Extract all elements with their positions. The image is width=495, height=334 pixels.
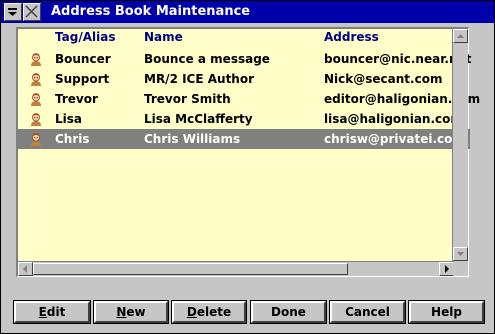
address-list[interactable]: Tag/Alias Name Address Bouncer Bounce a m… (16, 27, 480, 277)
item-address: Nick@secant.com (324, 72, 443, 86)
item-name: Bounce a message (144, 52, 270, 66)
item-tag: Support (55, 72, 110, 86)
list-item[interactable]: Support MR/2 ICE Author Nick@secant.com (18, 69, 470, 89)
item-tag: Bouncer (55, 52, 111, 66)
list-item[interactable]: Chris Chris Williams chrisw@privatei.com (18, 129, 470, 149)
item-address: bouncer@nic.near.net (324, 52, 472, 66)
minimize-arrow-icon (8, 8, 17, 16)
item-tag: Chris (55, 132, 90, 146)
close-icon (25, 5, 38, 18)
column-header-name[interactable]: Name (144, 30, 183, 44)
item-address: lisa@haligonian.com (324, 112, 463, 126)
item-address: chrisw@privatei.com (324, 132, 465, 146)
list-item[interactable]: Lisa Lisa McClafferty lisa@haligonian.com (18, 109, 470, 129)
scroll-up-button[interactable] (453, 29, 468, 43)
vertical-scrollbar[interactable] (452, 29, 468, 276)
item-name: Chris Williams (144, 132, 241, 146)
item-name: MR/2 ICE Author (144, 72, 255, 86)
help-button[interactable]: Help (408, 300, 485, 324)
scroll-down-button[interactable] (453, 247, 468, 261)
person-icon (28, 131, 44, 147)
system-menu-button[interactable] (4, 3, 22, 21)
arrow-up-icon (457, 34, 464, 38)
horizontal-scroll-thumb[interactable] (33, 263, 348, 275)
list-item[interactable]: Trevor Trevor Smith editor@haligonian.com (18, 89, 480, 109)
person-icon (28, 111, 44, 127)
edit-button[interactable]: Edit (13, 300, 91, 324)
person-icon (28, 91, 44, 107)
new-button[interactable]: New (93, 300, 169, 324)
done-button[interactable]: Done (250, 300, 327, 324)
close-button[interactable] (23, 3, 41, 21)
scroll-left-button[interactable] (18, 262, 33, 276)
column-header-address[interactable]: Address (324, 30, 379, 44)
list-item[interactable]: Bouncer Bounce a message bouncer@nic.near.… (18, 49, 472, 69)
arrow-down-icon (457, 252, 464, 256)
window-title: Address Book Maintenance (51, 4, 251, 19)
cancel-button[interactable]: Cancel (329, 300, 406, 324)
address-book-window: Address Book Maintenance Tag/Alias Name … (0, 0, 495, 334)
item-tag: Trevor (55, 92, 98, 106)
horizontal-scrollbar[interactable] (18, 261, 454, 276)
list-header: Tag/Alias Name Address (18, 29, 452, 47)
column-header-tag[interactable]: Tag/Alias (55, 30, 115, 44)
title-bar[interactable]: Address Book Maintenance (1, 1, 494, 23)
arrow-left-icon (23, 265, 27, 273)
item-name: Trevor Smith (144, 92, 231, 106)
delete-button[interactable]: Delete (171, 300, 247, 324)
scroll-right-button[interactable] (439, 262, 454, 276)
arrow-right-icon (445, 265, 449, 273)
item-tag: Lisa (55, 112, 82, 126)
person-icon (28, 51, 44, 67)
scrollbar-corner (453, 262, 468, 276)
person-icon (28, 71, 44, 87)
item-name: Lisa McClafferty (144, 112, 253, 126)
